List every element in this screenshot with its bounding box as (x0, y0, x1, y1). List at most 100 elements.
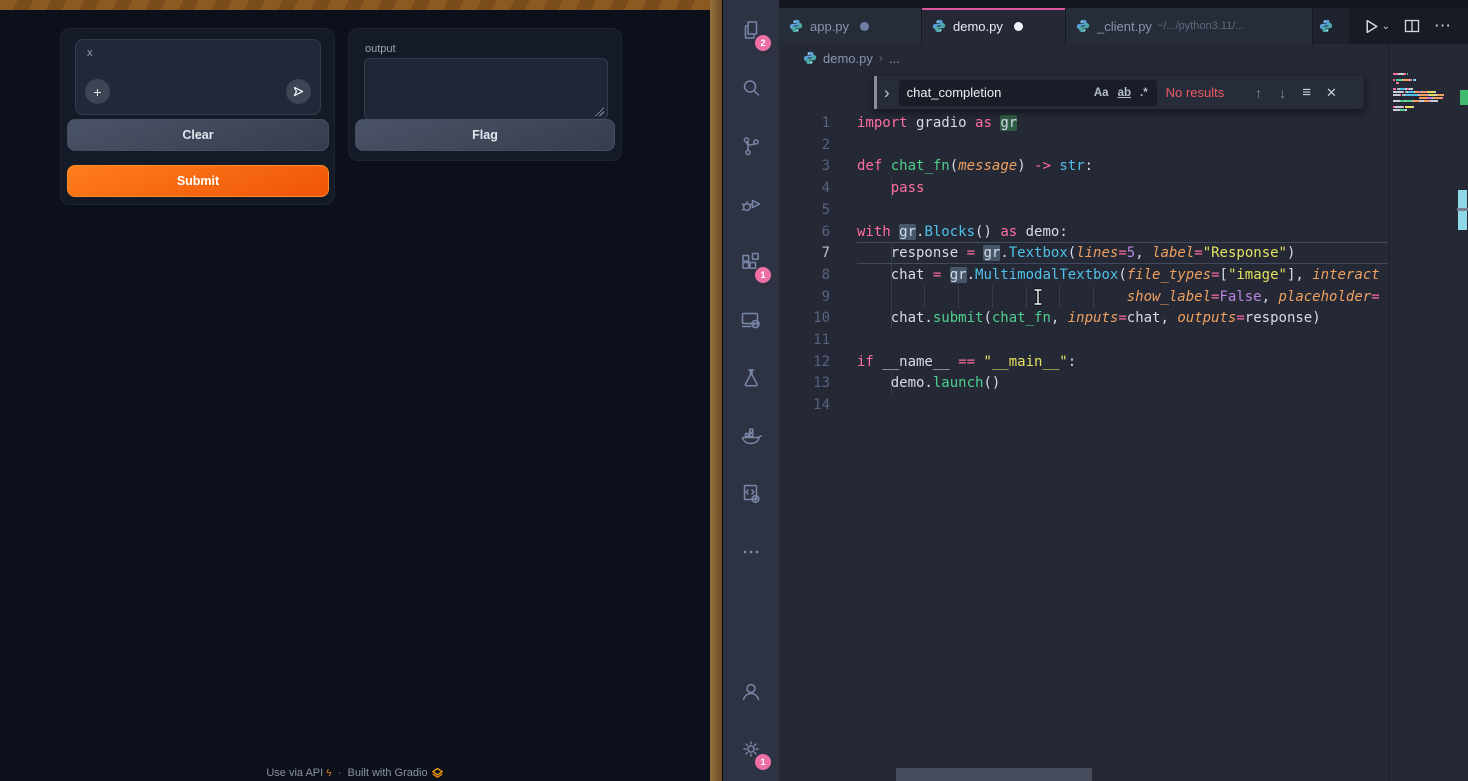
gradio-app-window: x + Clear Submit output Flag Use via API… (0, 0, 710, 781)
code-line-4[interactable]: 4 pass (779, 177, 1388, 199)
line-number: 10 (779, 307, 857, 329)
split-editor-icon (1404, 18, 1420, 34)
code-line-14[interactable]: 14 (779, 394, 1388, 416)
testing-activity-button[interactable] (723, 349, 779, 407)
flag-button[interactable]: Flag (355, 119, 615, 151)
search-activity-button[interactable] (723, 59, 779, 117)
editor-actions: ⌄ ⋯ (1349, 8, 1468, 44)
desktop-wallpaper-strip (710, 0, 722, 781)
output-label: output (365, 43, 396, 55)
line-number: 14 (779, 394, 857, 416)
close-find-button[interactable]: ✕ (1326, 85, 1337, 101)
tab-client-py[interactable]: _client.py ~/.../python3.11/... (1066, 8, 1313, 44)
docker-icon (739, 424, 763, 448)
line-number: 4 (779, 177, 857, 199)
run-debug-icon (739, 192, 763, 216)
activity-bar-top: 21 (723, 0, 779, 581)
resize-grip-icon[interactable] (595, 107, 604, 116)
code-line-10[interactable]: 10 chat.submit(chat_fn, inputs=chat, out… (779, 307, 1388, 329)
code-line-6[interactable]: 6with gr.Blocks() as demo: (779, 221, 1388, 243)
output-card: output Flag (348, 28, 622, 161)
code-line-9[interactable]: 9 show_label=False, placeholder= (779, 286, 1388, 308)
input-card: x + Clear Submit (60, 28, 335, 205)
find-input[interactable] (899, 85, 1094, 100)
gradio-logo-icon (431, 767, 444, 778)
code-line-1[interactable]: 1import gradio as gr (779, 112, 1388, 134)
tab-strip: app.py demo.py _client.py ~/.../python3.… (779, 8, 1468, 44)
code-line-11[interactable]: 11 (779, 329, 1388, 351)
run-debug-activity-button[interactable] (723, 175, 779, 233)
regex-icon[interactable]: .* (1140, 87, 1148, 99)
tab-demo-py[interactable]: demo.py (922, 8, 1066, 44)
remote-explorer-activity-button[interactable] (723, 291, 779, 349)
testing-icon (739, 366, 763, 390)
use-via-api-link[interactable]: Use via API (266, 767, 323, 779)
tab-app-py[interactable]: app.py (779, 8, 922, 44)
python-file-icon (932, 19, 946, 33)
code-line-7[interactable]: 7 response = gr.Textbox(lines=5, label="… (779, 242, 1388, 264)
vscode-window: 21 1 app.py demo.py _client.py ~/.../pyt… (722, 0, 1468, 781)
browser-top-stripe (0, 0, 710, 10)
whole-word-icon[interactable]: ab (1118, 87, 1131, 99)
plus-icon: + (93, 84, 101, 100)
line-number: 7 (779, 242, 857, 264)
submit-button-label: Submit (177, 174, 219, 188)
more-actions-button[interactable]: ⋯ (1434, 16, 1452, 36)
line-number: 12 (779, 351, 857, 373)
task-runner-icon (739, 482, 763, 506)
settings-activity-button[interactable]: 1 (723, 720, 779, 778)
run-python-button[interactable]: ⌄ (1363, 18, 1390, 35)
code-line-5[interactable]: 5 (779, 199, 1388, 221)
accounts-activity-button[interactable] (723, 662, 779, 720)
code-line-3[interactable]: 3def chat_fn(message) -> str: (779, 155, 1388, 177)
task-runner-activity-button[interactable] (723, 465, 779, 523)
built-with-gradio-link[interactable]: Built with Gradio (347, 767, 427, 779)
flag-button-label: Flag (472, 128, 498, 142)
code-line-2[interactable]: 2 (779, 134, 1388, 156)
code-editor[interactable]: 1import gradio as gr23def chat_fn(messag… (779, 44, 1468, 781)
tab-hidden-partial[interactable] (1313, 8, 1335, 44)
previous-match-button[interactable]: ↑ (1255, 85, 1262, 101)
extensions-activity-button[interactable]: 1 (723, 233, 779, 291)
toggle-replace-chevron-icon[interactable]: › (884, 84, 890, 101)
modified-dot-icon[interactable] (860, 22, 869, 31)
docker-activity-button[interactable] (723, 407, 779, 465)
find-widget-sash[interactable] (874, 76, 877, 109)
footer-separator: · (338, 767, 342, 779)
find-results-status: No results (1166, 85, 1225, 100)
minimap[interactable] (1388, 44, 1458, 781)
line-number: 5 (779, 199, 857, 221)
match-case-icon[interactable]: Aa (1094, 87, 1109, 99)
clear-button-label: Clear (182, 128, 213, 142)
tab-label: app.py (810, 19, 849, 34)
line-number: 11 (779, 329, 857, 351)
accounts-icon (739, 679, 763, 703)
attach-file-button[interactable]: + (85, 79, 110, 104)
find-in-selection-button[interactable]: ≡ (1302, 84, 1311, 101)
split-editor-button[interactable] (1404, 18, 1420, 34)
code-line-13[interactable]: 13 demo.launch() (779, 372, 1388, 394)
horizontal-scrollbar[interactable] (896, 768, 1092, 781)
source-control-icon (739, 134, 763, 158)
overview-ruler[interactable] (1457, 44, 1468, 781)
submit-button[interactable]: Submit (67, 165, 329, 197)
modified-dot-icon[interactable] (1014, 22, 1023, 31)
find-widget: › Aa ab .* No results ↑ ↓ ≡ ✕ (873, 76, 1365, 110)
source-control-activity-button[interactable] (723, 117, 779, 175)
overview-marker-green (1460, 90, 1468, 105)
explorer-activity-button[interactable]: 2 (723, 1, 779, 59)
code-line-8[interactable]: 8 chat = gr.MultimodalTextbox(file_types… (779, 264, 1388, 286)
code-line-12[interactable]: 12if __name__ == "__main__": (779, 351, 1388, 373)
python-file-icon (789, 19, 803, 33)
chevron-down-icon[interactable]: ⌄ (1382, 21, 1390, 32)
input-label: x (87, 47, 93, 59)
lightning-icon: ϟ (326, 768, 331, 779)
next-match-button[interactable]: ↓ (1279, 85, 1286, 101)
output-textarea[interactable] (364, 58, 608, 120)
line-number: 6 (779, 221, 857, 243)
clear-button[interactable]: Clear (67, 119, 329, 151)
submit-arrow-button[interactable] (286, 79, 311, 104)
multimodal-input[interactable]: x + (75, 39, 321, 115)
more-activity-button[interactable] (723, 523, 779, 581)
tab-label: demo.py (953, 19, 1003, 34)
